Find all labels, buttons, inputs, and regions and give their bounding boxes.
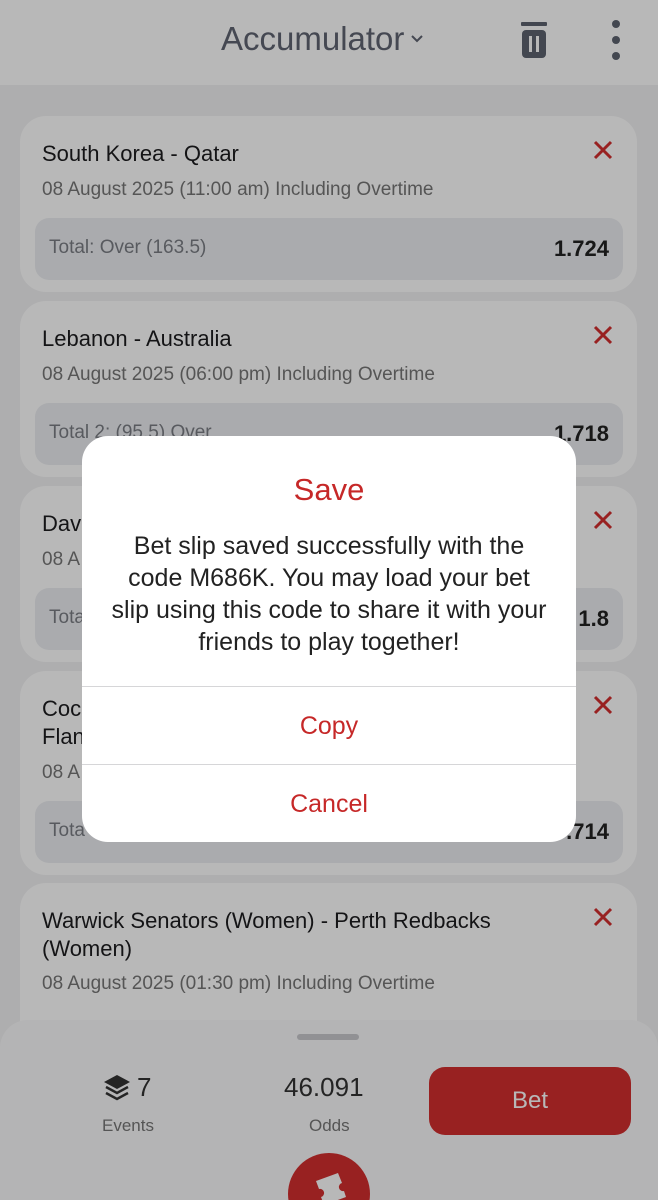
dialog-message: Bet slip saved successfully with the cod… bbox=[111, 532, 547, 656]
copy-button[interactable]: Copy bbox=[82, 688, 576, 764]
dialog-title: Save bbox=[293, 472, 365, 507]
divider bbox=[82, 686, 576, 687]
cancel-button[interactable]: Cancel bbox=[82, 766, 576, 842]
save-dialog: Save Bet slip saved successfully with th… bbox=[82, 436, 576, 842]
divider bbox=[82, 764, 576, 765]
